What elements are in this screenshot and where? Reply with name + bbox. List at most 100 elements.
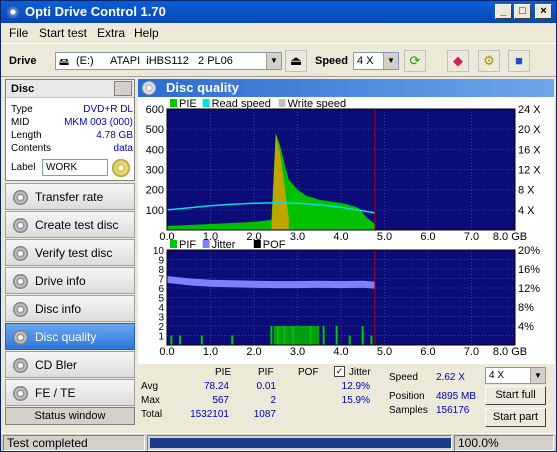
status-window-button[interactable]: Status window bbox=[5, 407, 135, 425]
x-tick-label: 6.0 bbox=[420, 346, 435, 358]
window-title: Opti Drive Control 1.70 bbox=[25, 4, 166, 19]
nav-transfer-rate[interactable]: Transfer rate bbox=[5, 183, 135, 210]
close-button[interactable]: × bbox=[535, 4, 552, 19]
disc-icon bbox=[13, 190, 28, 205]
minimize-button[interactable]: _ bbox=[495, 4, 512, 19]
pif-dense-area bbox=[273, 326, 320, 345]
x-tick-label: 7.0 bbox=[464, 346, 479, 358]
disc-label-key: Label bbox=[11, 162, 36, 173]
speed-value: 4 X bbox=[357, 55, 374, 67]
refresh-button[interactable]: ⟳ bbox=[404, 50, 426, 72]
erase-button[interactable]: ◆ bbox=[447, 50, 469, 72]
disc-label-icon[interactable] bbox=[112, 159, 130, 177]
disc-label-field[interactable]: WORK bbox=[42, 159, 108, 176]
menu-extra[interactable]: Extra bbox=[97, 26, 125, 40]
eject-button[interactable]: ⏏ bbox=[285, 50, 307, 72]
y2-tick-label: 12% bbox=[518, 283, 540, 295]
start-full-button[interactable]: Start full bbox=[485, 386, 546, 405]
drive-select[interactable]: 🖴 (E:) ATAPI iHBS112 2 PL06 ▼ bbox=[55, 52, 282, 70]
max-jitter: 15.9% bbox=[341, 395, 370, 406]
y-tick-label: 9 bbox=[158, 256, 164, 267]
test-speed-select[interactable]: 4 X ▼ bbox=[485, 367, 546, 384]
left-panel: Disc Type DVD+R DL MID MKM 003 (000) Lengt… bbox=[5, 79, 135, 429]
nav-create-test-disc[interactable]: Create test disc bbox=[5, 211, 135, 238]
y-tick-label: 10 bbox=[153, 246, 165, 257]
disc-value: 4.78 GB bbox=[96, 130, 133, 141]
maximize-button[interactable]: □ bbox=[514, 4, 531, 19]
samples-value: 156176 bbox=[436, 405, 470, 416]
y-tick-label: 600 bbox=[146, 104, 164, 116]
x-tick-label: 8.0 GB bbox=[493, 346, 527, 358]
menu-help[interactable]: Help bbox=[134, 26, 159, 40]
legend-label: Read speed bbox=[212, 98, 271, 110]
nav-label: Verify test disc bbox=[35, 246, 113, 260]
y-tick-label: 200 bbox=[146, 185, 164, 197]
drive-label: Drive bbox=[9, 55, 37, 67]
pif-bar bbox=[179, 335, 182, 345]
pif-bar bbox=[335, 326, 338, 345]
jitter-checkbox[interactable]: ✓ bbox=[334, 366, 345, 377]
y-tick-label: 300 bbox=[146, 165, 164, 177]
y-tick-label: 500 bbox=[146, 124, 164, 136]
main-panel: Disc quality PIE Read speed Write speed 0.0… bbox=[138, 79, 554, 429]
y2-tick-label: 16 X bbox=[518, 144, 541, 156]
app-icon bbox=[6, 5, 20, 19]
avg-jitter: 12.9% bbox=[341, 381, 370, 392]
position-value: 4895 MB bbox=[436, 391, 477, 402]
settings-button[interactable]: ⚙ bbox=[478, 50, 500, 72]
disc-refresh-button[interactable] bbox=[114, 81, 132, 96]
y-tick-label: 400 bbox=[146, 144, 164, 156]
stats-col-pif: PIF bbox=[258, 367, 274, 378]
nav-disc-info[interactable]: Disc info bbox=[5, 295, 135, 322]
nav-label: Drive info bbox=[35, 274, 86, 288]
max-pif: 2 bbox=[270, 395, 276, 406]
y-tick-label: 7 bbox=[158, 275, 164, 286]
nav-drive-info[interactable]: Drive info bbox=[5, 267, 135, 294]
legend-swatch bbox=[202, 99, 210, 107]
nav-fe-te[interactable]: FE / TE bbox=[5, 379, 135, 406]
y-tick-label: 2 bbox=[158, 322, 164, 333]
stats-col-pie: PIE bbox=[215, 367, 232, 378]
y2-tick-label: 4% bbox=[518, 321, 534, 333]
progress-bar bbox=[147, 435, 452, 451]
drive-name: ATAPI iHBS112 2 PL06 bbox=[110, 55, 233, 67]
legend-swatch bbox=[278, 99, 286, 107]
x-tick-label: 4.0 bbox=[333, 346, 348, 358]
y2-tick-label: 12 X bbox=[518, 165, 541, 177]
speed-stat-value: 2.62 X bbox=[436, 372, 465, 383]
x-tick-label: 5.0 bbox=[377, 231, 392, 243]
x-tick-label: 8.0 GB bbox=[493, 231, 527, 243]
speed-select[interactable]: 4 X ▼ bbox=[353, 52, 399, 70]
legend-label: POF bbox=[263, 239, 286, 251]
x-tick-label: 1.0 bbox=[203, 346, 218, 358]
avg-pif: 0.01 bbox=[256, 381, 276, 392]
menu-bar: File Start test Extra Help bbox=[1, 23, 556, 42]
test-speed-value: 4 X bbox=[489, 370, 505, 381]
legend-label: Jitter bbox=[212, 239, 236, 251]
nav-label: Disc info bbox=[35, 302, 82, 316]
chevron-down-icon: ▼ bbox=[266, 53, 281, 69]
menu-file[interactable]: File bbox=[9, 26, 28, 40]
nav-disc-quality[interactable]: Disc quality bbox=[5, 323, 135, 350]
nav-verify-test-disc[interactable]: Verify test disc bbox=[5, 239, 135, 266]
y2-tick-label: 16% bbox=[518, 264, 540, 276]
chart-area: PIE Read speed Write speed 0.0 1.0 2.0 3.0 4.0 5… bbox=[138, 97, 554, 364]
y2-tick-label: 8 X bbox=[518, 185, 535, 197]
legend-label: Write speed bbox=[288, 98, 347, 110]
y2-tick-label: 24 X bbox=[518, 104, 541, 116]
title-bar: Opti Drive Control 1.70 _ □ × bbox=[1, 1, 556, 23]
nav-cd-bler[interactable]: CD Bler bbox=[5, 351, 135, 378]
gear-icon: ⚙ bbox=[483, 53, 495, 68]
start-part-button[interactable]: Start part bbox=[485, 408, 546, 427]
legend-swatch bbox=[170, 240, 177, 248]
disc-icon bbox=[13, 302, 28, 317]
y2-tick-label: 20 X bbox=[518, 124, 541, 136]
disc-value: DVD+R DL bbox=[83, 104, 133, 115]
save-button[interactable]: ■ bbox=[508, 50, 530, 72]
menu-start-test[interactable]: Start test bbox=[39, 26, 87, 40]
avg-label: Avg bbox=[141, 381, 159, 392]
disc-key: MID bbox=[11, 117, 30, 128]
x-tick-label: 0.0 bbox=[159, 346, 174, 358]
floppy-icon: ■ bbox=[515, 53, 523, 68]
disc-icon bbox=[13, 386, 28, 401]
